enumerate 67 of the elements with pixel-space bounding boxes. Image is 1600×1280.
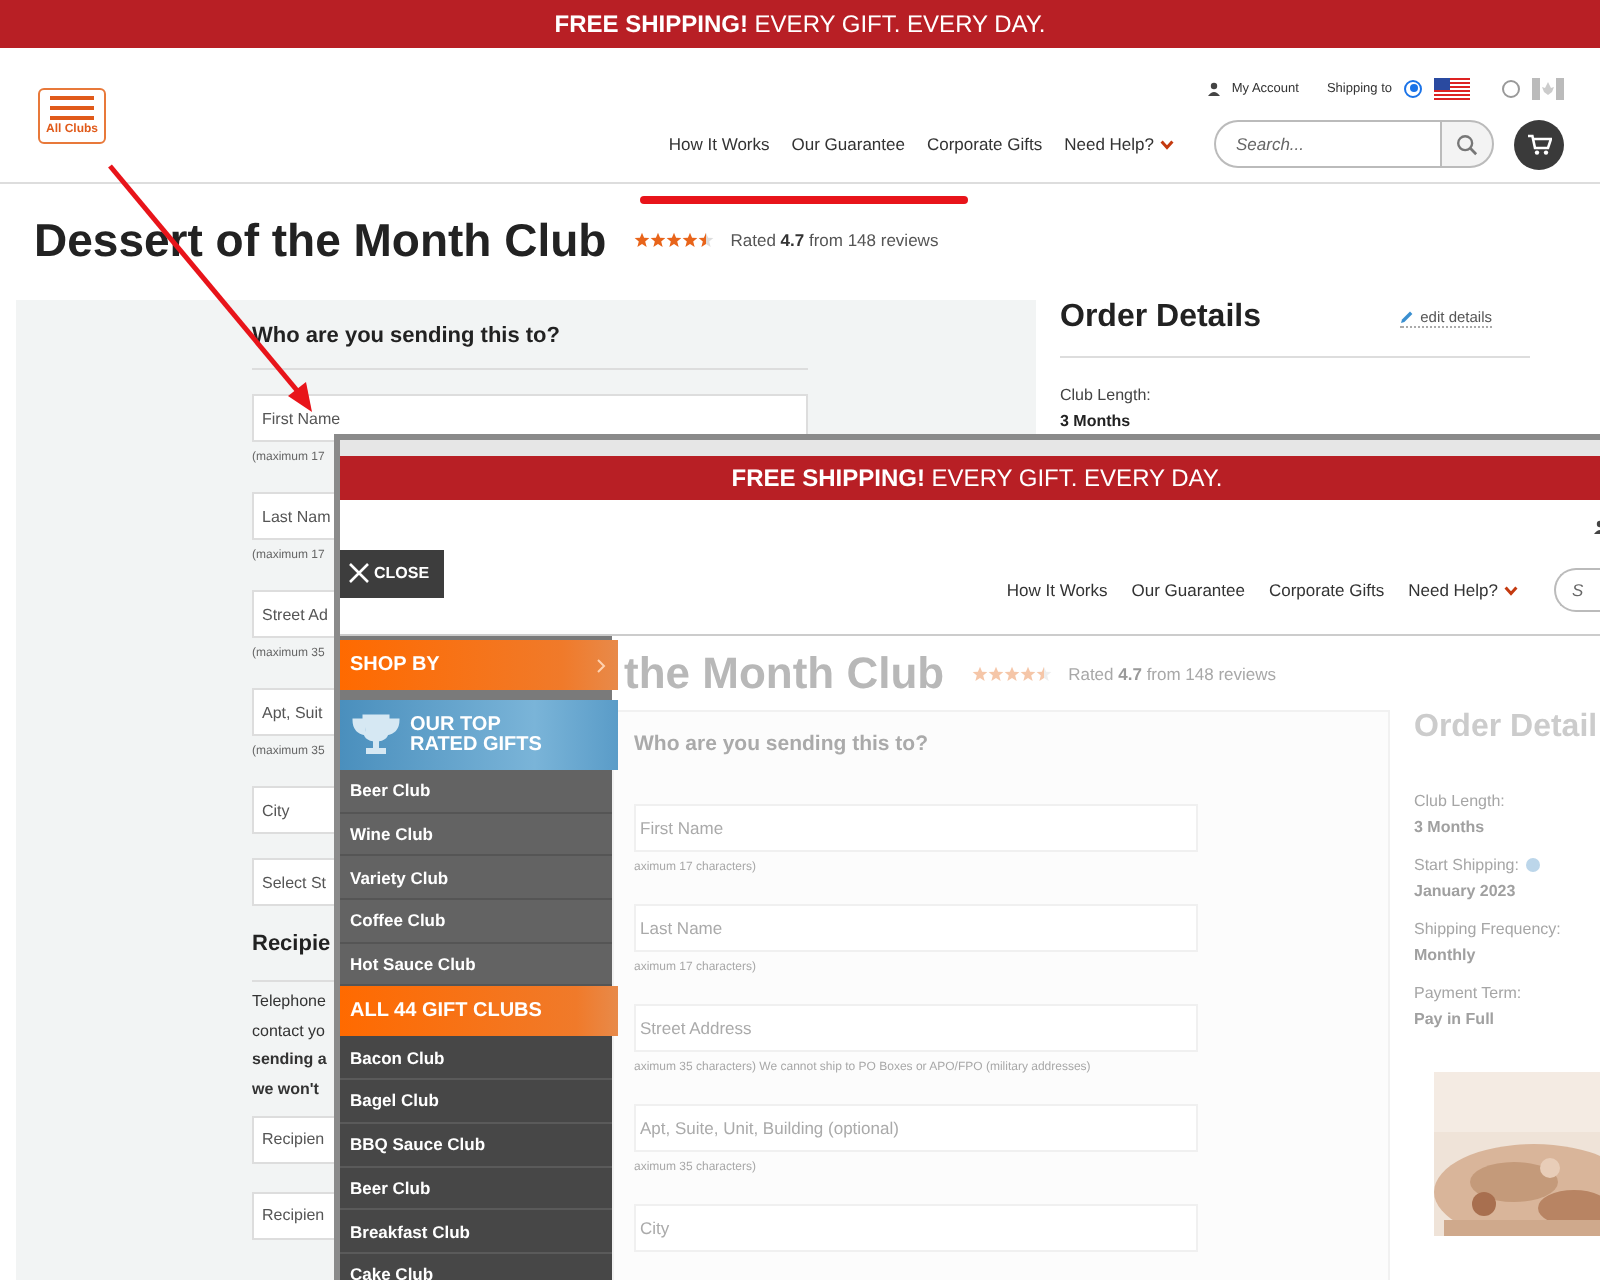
search-field[interactable]: S [1554, 568, 1600, 612]
nav-link[interactable]: Need Help? [1408, 580, 1518, 600]
menu-item[interactable]: Cake Club [340, 1253, 612, 1280]
form-heading: Who are you sending this to? [634, 730, 930, 760]
chevron-icon [596, 657, 606, 673]
input-field[interactable]: Street Address [634, 1004, 1198, 1052]
form-heading: Who are you sending this to? [252, 322, 562, 352]
menu-icon [50, 95, 94, 119]
page-title: the Month Club [624, 647, 945, 699]
nav-link[interactable]: Our Guarantee [1131, 580, 1245, 600]
info-text: sending a [252, 1048, 327, 1073]
search-field[interactable]: Search... [1214, 120, 1440, 168]
search-icon [1456, 133, 1478, 155]
promo-text: FREE SHIPPING! EVERY GIFT. EVERY DAY. [731, 464, 1223, 492]
radio-button[interactable] [1502, 79, 1520, 97]
info-text: contact yo [252, 1019, 325, 1044]
nav-link[interactable]: Corporate Gifts [1268, 580, 1385, 600]
search-button[interactable] [1440, 120, 1494, 168]
input-field[interactable]: City [634, 1204, 1198, 1252]
cart-button[interactable] [1514, 119, 1564, 169]
detail-value: January 2023 [1414, 880, 1516, 904]
detail-label: Club Length: [1414, 790, 1505, 814]
input-field[interactable]: First Name [634, 804, 1198, 852]
person-icon [1207, 81, 1220, 95]
cart-icon [1527, 133, 1551, 155]
nav-link[interactable]: How It Works [668, 134, 770, 154]
nav-link[interactable]: Corporate Gifts [926, 134, 1043, 154]
detail-label: Club Length: [1060, 384, 1153, 408]
flag-icon [1532, 77, 1564, 99]
radio-button[interactable] [1404, 79, 1422, 97]
input-field[interactable]: Last Name [634, 904, 1198, 952]
help-icon [1526, 858, 1541, 872]
input-field[interactable]: Apt, Suite, Unit, Building (optional) [634, 1104, 1198, 1152]
menu-item[interactable]: Coffee Club [340, 900, 612, 944]
nav-link[interactable]: Our Guarantee [791, 134, 905, 154]
pencil-icon [1400, 310, 1415, 324]
menu-item[interactable]: Beer Club [340, 1167, 612, 1211]
detail-value: Monthly [1414, 944, 1476, 968]
menu-item[interactable]: BBQ Sauce Club [340, 1123, 612, 1167]
detail-label: Start Shipping: [1414, 852, 1541, 878]
close-button[interactable]: CLOSE [340, 549, 444, 597]
info-text: we won't [252, 1078, 319, 1103]
menu-item[interactable]: Wine Club [340, 813, 612, 857]
flag-icon [1434, 77, 1470, 99]
detail-value: 3 Months [1060, 410, 1133, 434]
info-text: Telephone [252, 990, 326, 1014]
menu-item[interactable]: Breakfast Club [340, 1210, 612, 1254]
rating-text: Rated 4.7 from 148 reviews [730, 230, 939, 250]
section-heading: Recipie [252, 930, 333, 958]
nav-link[interactable]: Need Help? [1064, 134, 1174, 154]
detail-value: 3 Months [1414, 816, 1485, 840]
menu-item[interactable]: Beer Club [340, 770, 612, 814]
menu-item[interactable]: Variety Club [340, 856, 612, 901]
caret-icon [1504, 585, 1518, 595]
close-icon [348, 562, 370, 584]
promo-text: FREE SHIPPING! EVERY GIFT. EVERY DAY. [554, 10, 1046, 38]
trophy-icon [350, 713, 402, 757]
detail-label: Shipping Frequency: [1414, 918, 1561, 942]
caret-icon [1160, 139, 1174, 149]
detail-value: Pay in Full [1414, 1008, 1495, 1032]
menu-item[interactable]: Bacon Club [340, 1036, 612, 1081]
nav-link[interactable]: How It Works [1006, 580, 1108, 600]
order-details-title: Order Details [1060, 300, 1261, 336]
menu-item[interactable]: Hot Sauce Club [340, 943, 612, 987]
detail-label: Payment Term: [1414, 982, 1522, 1006]
rating-text: Rated 4.7 from 148 reviews [1068, 663, 1277, 683]
menu-item[interactable]: Bagel Club [340, 1080, 612, 1124]
